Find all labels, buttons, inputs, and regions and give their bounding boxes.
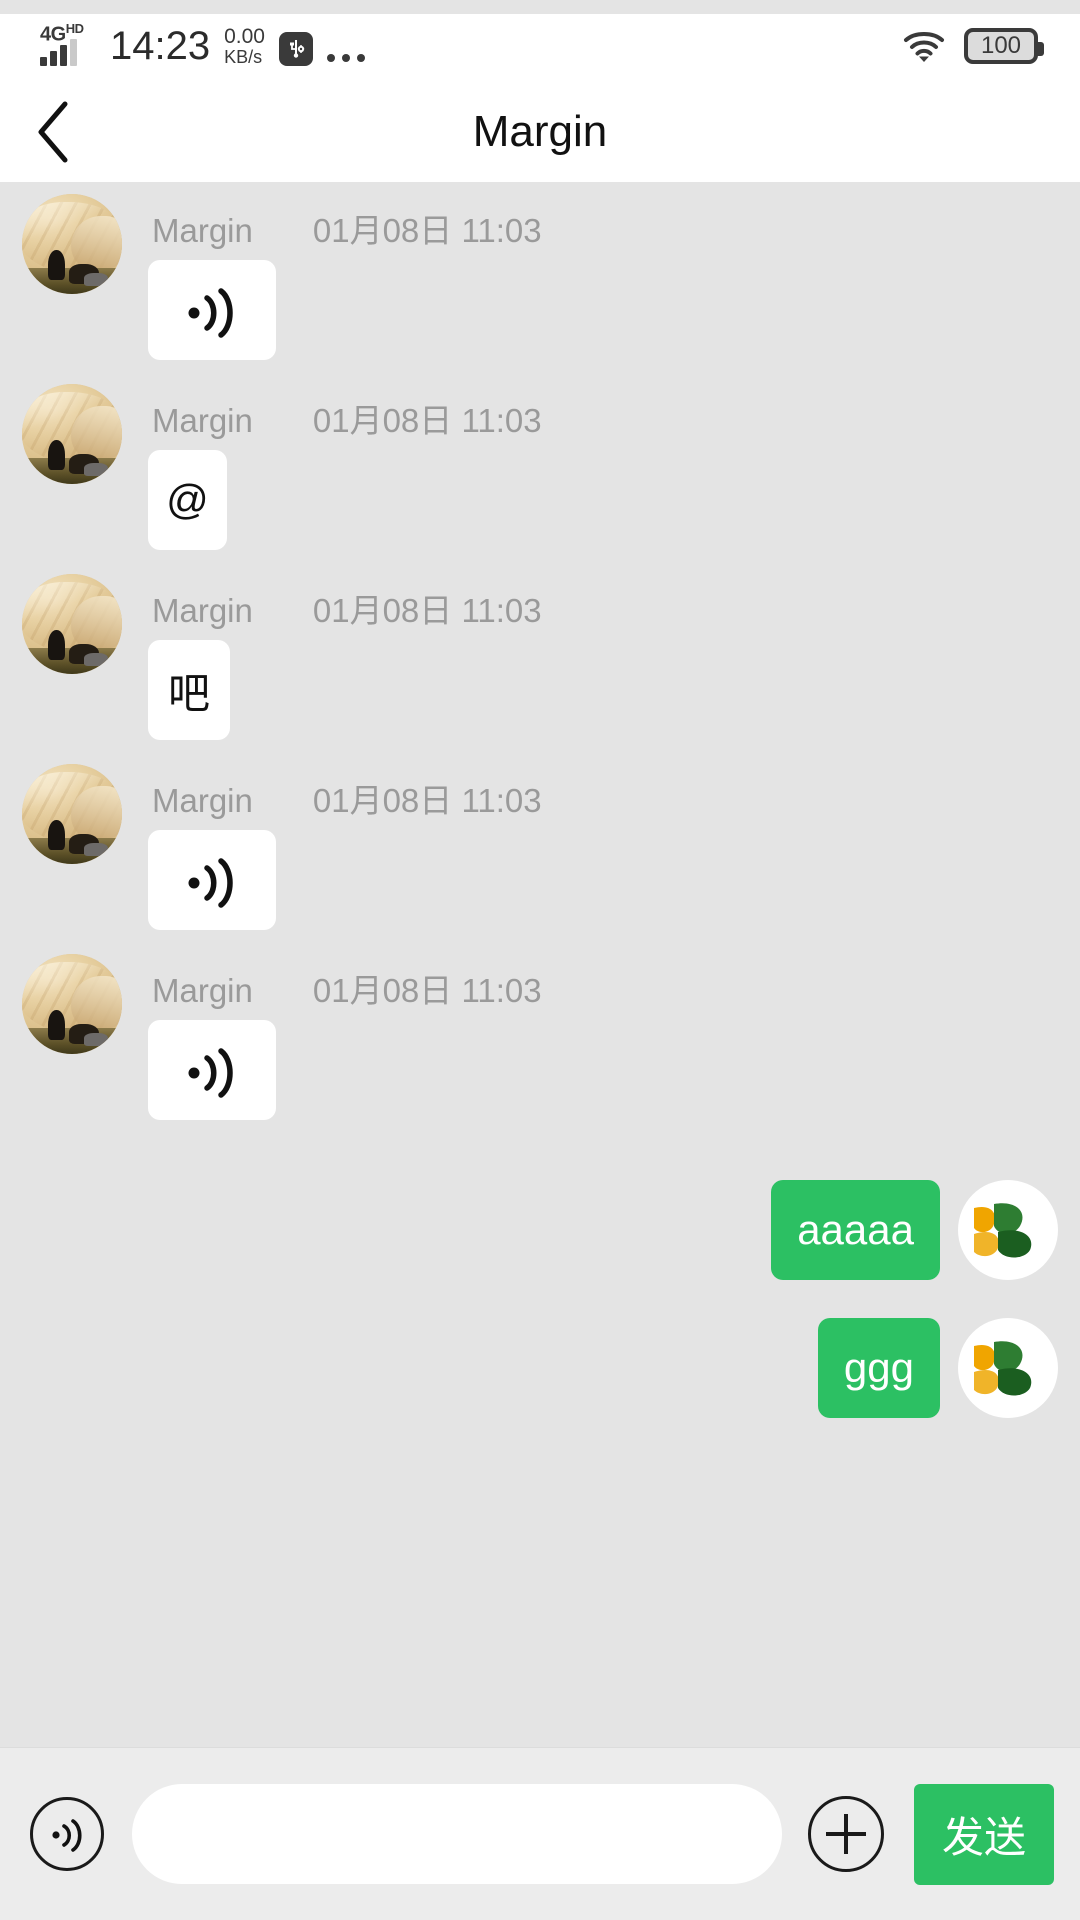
wifi-icon xyxy=(904,32,944,62)
chat-message-row[interactable]: aaaaa xyxy=(0,1180,1080,1280)
message-text: 吧 xyxy=(167,669,210,717)
message-timestamp: 01月08日 11:03 xyxy=(312,402,542,439)
voice-record-button[interactable] xyxy=(30,1797,104,1871)
chat-message-row[interactable]: Margin 01月08日 11:03 xyxy=(0,182,1080,372)
attachment-add-button[interactable] xyxy=(807,1796,884,1872)
chat-message-row[interactable]: ggg xyxy=(0,1318,1080,1418)
text-message-bubble[interactable]: 吧 xyxy=(148,640,230,740)
signal-bars xyxy=(40,39,77,67)
message-input-bar: 发送 xyxy=(0,1747,1080,1920)
status-bar-left: 4GHD 14:23 0.00 KB/s xyxy=(0,22,365,69)
network-speed-unit: KB/s xyxy=(224,46,263,67)
app-header: Margin xyxy=(0,82,1080,182)
message-meta: Margin 01月08日 11:03 xyxy=(152,774,542,822)
outgoing-message-bubble[interactable]: ggg xyxy=(817,1318,940,1418)
signal-strength-icon: 4GHD xyxy=(38,22,96,67)
network-suffix-label: HD xyxy=(65,21,84,37)
voice-message-bubble[interactable] xyxy=(148,1020,276,1120)
message-sender: Margin xyxy=(152,402,253,439)
network-speed-value: 0.00 xyxy=(224,24,265,48)
message-text: ggg xyxy=(843,1344,914,1391)
message-meta: Margin 01月08日 11:03 xyxy=(152,394,542,442)
self-avatar[interactable] xyxy=(958,1318,1058,1418)
voice-wave-icon xyxy=(188,1048,233,1098)
message-sender: Margin xyxy=(152,972,253,1009)
message-meta: Margin 01月08日 11:03 xyxy=(152,584,542,632)
voice-wave-icon xyxy=(188,858,233,908)
page-title: Margin xyxy=(472,107,608,156)
usb-debug-icon xyxy=(278,32,313,67)
message-timestamp: 01月08日 11:03 xyxy=(312,212,542,249)
voice-message-bubble[interactable] xyxy=(148,830,276,930)
chat-message-list[interactable]: Margin 01月08日 11:03 Margin 01月08日 11:03 … xyxy=(0,182,1080,1747)
message-timestamp: 01月08日 11:03 xyxy=(312,782,542,819)
message-timestamp: 01月08日 11:03 xyxy=(312,972,542,1009)
message-input[interactable] xyxy=(132,1784,782,1884)
avatar[interactable] xyxy=(22,954,122,1054)
status-bar: 4GHD 14:23 0.00 KB/s 100 xyxy=(0,0,1080,82)
message-text: aaaaa xyxy=(797,1206,914,1253)
message-sender: Margin xyxy=(152,782,253,819)
chat-message-row[interactable]: Margin 01月08日 11:03 @ xyxy=(0,372,1080,562)
status-bar-right: 100 xyxy=(902,28,1080,64)
back-button[interactable] xyxy=(0,82,110,182)
avatar[interactable] xyxy=(22,574,122,674)
message-timestamp: 01月08日 11:03 xyxy=(312,592,542,629)
at-sign-icon: @ xyxy=(166,476,209,523)
self-avatar[interactable] xyxy=(958,1180,1058,1280)
battery-icon: 100 xyxy=(964,28,1044,64)
send-button[interactable]: 发送 xyxy=(913,1783,1054,1885)
avatar[interactable] xyxy=(22,384,122,484)
voice-wave-icon xyxy=(188,288,233,338)
voice-message-bubble[interactable] xyxy=(148,260,276,360)
voice-record-icon xyxy=(52,1819,82,1852)
message-meta: Margin 01月08日 11:03 xyxy=(152,204,542,252)
chat-message-row[interactable]: Margin 01月08日 11:03 xyxy=(0,752,1080,942)
text-message-bubble[interactable]: @ xyxy=(148,450,227,550)
back-chevron-icon xyxy=(38,101,68,163)
brand-logo-icon xyxy=(974,1341,1032,1396)
avatar[interactable] xyxy=(22,194,122,294)
chat-message-row[interactable]: Margin 01月08日 11:03 xyxy=(0,942,1080,1132)
network-speed: 0.00 KB/s xyxy=(224,24,265,67)
outgoing-message-bubble[interactable]: aaaaa xyxy=(771,1180,940,1280)
message-sender: Margin xyxy=(152,212,253,249)
message-meta: Margin 01月08日 11:03 xyxy=(152,964,542,1012)
status-bar-clock: 14:23 xyxy=(110,24,211,69)
message-sender: Margin xyxy=(152,592,253,629)
battery-level-label: 100 xyxy=(980,32,1022,59)
more-dots-icon xyxy=(326,54,365,66)
brand-logo-icon xyxy=(974,1203,1032,1258)
chat-message-row[interactable]: Margin 01月08日 11:03 吧 xyxy=(0,562,1080,752)
avatar[interactable] xyxy=(22,764,122,864)
